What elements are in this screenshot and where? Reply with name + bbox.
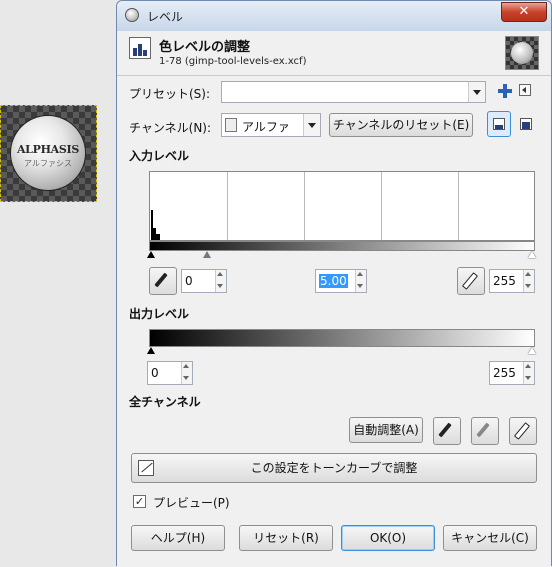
output-black-slider[interactable] bbox=[147, 347, 155, 354]
spinner-arrows[interactable] bbox=[523, 270, 534, 292]
canvas-thumbnail: ALPHASIS アルファシス bbox=[0, 105, 97, 202]
spinner-arrows[interactable] bbox=[523, 362, 534, 384]
preview-checkbox[interactable]: ✓ bbox=[133, 495, 146, 508]
thumbnail-title: ALPHASIS bbox=[16, 143, 80, 156]
edit-as-curves-button[interactable]: この設定をトーンカーブで調整 bbox=[131, 453, 537, 483]
input-white-slider[interactable] bbox=[528, 251, 536, 258]
preview-label: プレビュー(P) bbox=[153, 496, 230, 510]
output-white-slider[interactable] bbox=[528, 347, 536, 354]
input-high-spinner[interactable]: 255 bbox=[489, 269, 535, 293]
spinner-arrows[interactable] bbox=[181, 362, 192, 384]
levels-icon bbox=[129, 37, 151, 59]
log-histogram-icon bbox=[520, 118, 532, 130]
auto-adjust-button[interactable]: 自動調整(A) bbox=[349, 417, 423, 443]
eyedropper-icon bbox=[476, 422, 490, 438]
output-low-value: 0 bbox=[151, 366, 159, 380]
help-button[interactable]: ヘルプ(H) bbox=[131, 525, 225, 551]
window-title: レベル bbox=[147, 10, 184, 24]
channel-label: チャンネル(N): bbox=[129, 121, 212, 135]
log-histogram-button[interactable] bbox=[515, 113, 539, 137]
reset-button[interactable]: リセット(R) bbox=[239, 525, 333, 551]
histogram-bar bbox=[156, 234, 160, 240]
output-gradient-bar bbox=[149, 329, 535, 347]
pick-black-button[interactable] bbox=[433, 417, 461, 445]
dialog-subheading: 1-78 (gimp-tool-levels-ex.xcf) bbox=[159, 56, 307, 67]
eyedropper-icon bbox=[438, 422, 452, 438]
levels-dialog: レベル ✕ 色レベルの調整 1-78 (gimp-tool-levels-ex.… bbox=[116, 0, 552, 567]
input-high-value: 255 bbox=[493, 274, 516, 288]
channel-value: アルファ bbox=[242, 120, 290, 134]
input-black-slider[interactable] bbox=[147, 251, 155, 258]
input-gamma-value: 5.00 bbox=[319, 274, 348, 288]
input-gradient-bar bbox=[149, 241, 535, 251]
input-low-spinner[interactable]: 0 bbox=[181, 269, 227, 293]
reset-channel-button[interactable]: チャンネルのリセット(E) bbox=[329, 113, 473, 137]
edit-as-curves-label: この設定をトーンカーブで調整 bbox=[250, 461, 418, 475]
channel-icon bbox=[225, 118, 237, 132]
all-channels-label: 全チャンネル bbox=[129, 395, 201, 409]
chevron-down-icon bbox=[308, 123, 316, 128]
chevron-down-icon bbox=[473, 90, 481, 95]
pick-gray-button[interactable] bbox=[471, 417, 499, 445]
eyedropper-icon bbox=[513, 422, 531, 440]
histogram bbox=[149, 171, 535, 241]
dialog-client: 色レベルの調整 1-78 (gimp-tool-levels-ex.xcf) プ… bbox=[117, 31, 551, 567]
output-levels-label: 出力レベル bbox=[129, 307, 190, 321]
preset-combo[interactable] bbox=[221, 81, 486, 103]
header-divider bbox=[117, 75, 551, 76]
cancel-button[interactable]: キャンセル(C) bbox=[443, 525, 537, 551]
linear-histogram-icon bbox=[493, 118, 505, 130]
title-bar[interactable]: レベル ✕ bbox=[117, 1, 551, 31]
preset-label: プリセット(S): bbox=[129, 87, 211, 101]
output-high-spinner[interactable]: 255 bbox=[489, 361, 535, 385]
add-preset-icon[interactable] bbox=[497, 83, 513, 99]
ok-button[interactable]: OK(O) bbox=[341, 525, 435, 551]
input-low-value: 0 bbox=[185, 274, 193, 288]
gimp-icon bbox=[125, 8, 139, 22]
eyedropper-icon bbox=[154, 272, 168, 288]
channel-combo[interactable]: アルファ bbox=[221, 113, 321, 137]
preset-dropdown-button[interactable] bbox=[468, 82, 485, 102]
input-levels-label: 入力レベル bbox=[129, 149, 190, 163]
black-point-picker-button[interactable] bbox=[149, 267, 177, 295]
curves-icon bbox=[138, 460, 154, 476]
sphere-image: ALPHASIS アルファシス bbox=[11, 116, 85, 190]
white-point-picker-button[interactable] bbox=[457, 267, 485, 295]
dialog-heading: 色レベルの調整 bbox=[159, 40, 251, 55]
thumbnail-subtitle: アルファシス bbox=[24, 159, 72, 168]
spinner-arrows[interactable] bbox=[355, 270, 366, 292]
layer-preview-icon bbox=[505, 36, 539, 70]
output-high-value: 255 bbox=[493, 366, 516, 380]
input-gamma-spinner[interactable]: 5.00 bbox=[315, 269, 367, 293]
output-low-spinner[interactable]: 0 bbox=[147, 361, 193, 385]
channel-dropdown-button[interactable] bbox=[303, 114, 320, 136]
linear-histogram-button[interactable] bbox=[487, 111, 511, 137]
preset-menu-icon[interactable] bbox=[519, 84, 531, 96]
pick-white-button[interactable] bbox=[509, 417, 537, 445]
input-gamma-slider[interactable] bbox=[203, 251, 211, 258]
spinner-arrows[interactable] bbox=[215, 270, 226, 292]
close-button[interactable]: ✕ bbox=[501, 2, 547, 22]
eyedropper-icon bbox=[461, 272, 479, 290]
